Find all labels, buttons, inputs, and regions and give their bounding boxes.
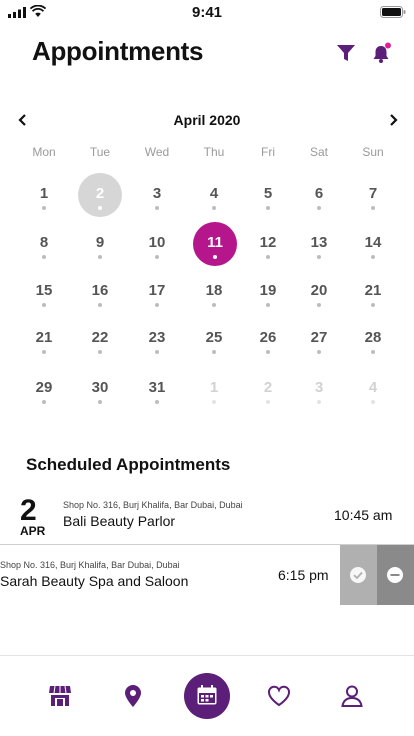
calendar-day[interactable]: 20 — [297, 270, 341, 314]
calendar-day[interactable]: 17 — [135, 270, 179, 314]
calendar-day[interactable]: 3 — [135, 173, 179, 217]
appointment-date-month: APR — [20, 524, 46, 538]
calendar-day[interactable]: 8 — [22, 222, 66, 266]
weekday-label: Mon — [32, 145, 56, 159]
appointment-address: Shop No. 316, Burj Khalifa, Bar Dubai, D… — [0, 560, 180, 570]
battery-icon — [380, 6, 406, 18]
calendar-month-label: April 2020 — [173, 112, 241, 128]
calendar-day-next-month[interactable]: 2 — [246, 367, 290, 411]
appointment-date-day: 2 — [20, 494, 37, 527]
calendar-day[interactable]: 10 — [135, 222, 179, 266]
calendar-day[interactable]: 18 — [192, 270, 236, 314]
calendar-day[interactable]: 22 — [78, 317, 122, 361]
nav-item-favorites[interactable] — [266, 683, 292, 709]
remove-appointment-button[interactable] — [377, 545, 414, 605]
check-circle-icon — [350, 567, 366, 583]
next-month-icon[interactable] — [386, 112, 400, 128]
calendar-day[interactable]: 7 — [351, 173, 395, 217]
weekday-label: Thu — [203, 145, 225, 159]
calendar-day[interactable]: 9 — [78, 222, 122, 266]
calendar-day[interactable]: 15 — [22, 270, 66, 314]
calendar-day[interactable]: 30 — [78, 367, 122, 411]
calendar-day[interactable]: 29 — [22, 367, 66, 411]
calendar-day-next-month[interactable]: 4 — [351, 367, 395, 411]
store-icon — [49, 685, 71, 706]
profile-icon — [341, 685, 363, 707]
calendar-day[interactable]: 14 — [351, 222, 395, 266]
calendar-day[interactable]: 19 — [246, 270, 290, 314]
calendar-day[interactable]: 21 — [351, 270, 395, 314]
location-pin-icon — [125, 685, 141, 707]
calendar-day[interactable]: 4 — [192, 173, 236, 217]
calendar-day[interactable]: 5 — [246, 173, 290, 217]
calendar-day[interactable]: 21 — [22, 317, 66, 361]
calendar-day[interactable]: 23 — [135, 317, 179, 361]
appointment-time: 10:45 am — [334, 507, 393, 523]
bell-icon[interactable] — [371, 42, 393, 64]
calendar-day[interactable]: 25 — [192, 317, 236, 361]
appointment-address: Shop No. 316, Burj Khalifa, Bar Dubai, D… — [63, 500, 243, 510]
calendar-day-next-month[interactable]: 3 — [297, 367, 341, 411]
calendar-day[interactable]: 16 — [78, 270, 122, 314]
minus-circle-icon — [387, 567, 403, 583]
bottom-nav — [0, 656, 414, 736]
calendar-day-next-month[interactable]: 1 — [192, 367, 236, 411]
calendar-day[interactable]: 13 — [297, 222, 341, 266]
calendar-day[interactable]: 12 — [246, 222, 290, 266]
appointment-name: Sarah Beauty Spa and Saloon — [0, 573, 189, 589]
calendar-day-today[interactable]: 2 — [78, 173, 122, 217]
calendar-day-selected[interactable]: 11 — [193, 222, 237, 266]
appointment-item-swiped[interactable]: Shop No. 316, Burj Khalifa, Bar Dubai, D… — [0, 545, 414, 605]
weekday-label: Fri — [261, 145, 275, 159]
calendar-day[interactable]: 28 — [351, 317, 395, 361]
calendar-header: April 2020 — [0, 110, 414, 130]
weekday-label: Sun — [362, 145, 384, 159]
calendar-icon — [197, 685, 217, 705]
calendar-day[interactable]: 27 — [297, 317, 341, 361]
nav-item-profile[interactable] — [339, 683, 365, 709]
confirm-appointment-button[interactable] — [340, 545, 377, 605]
nav-item-store[interactable] — [47, 683, 73, 709]
calendar-day[interactable]: 1 — [22, 173, 66, 217]
appointment-name: Bali Beauty Parlor — [63, 513, 176, 529]
section-title: Scheduled Appointments — [26, 455, 231, 474]
weekday-label: Sat — [309, 145, 328, 159]
calendar-day[interactable]: 6 — [297, 173, 341, 217]
page-title: Appointments — [32, 36, 204, 66]
status-time: 9:41 — [191, 4, 223, 21]
weekday-label: Tue — [89, 145, 111, 159]
calendar-day[interactable]: 31 — [135, 367, 179, 411]
nav-item-location[interactable] — [120, 683, 146, 709]
appointment-time: 6:15 pm — [278, 567, 329, 583]
weekday-label: Wed — [144, 145, 170, 159]
heart-icon — [268, 685, 290, 707]
appointment-item[interactable]: 2 APR Shop No. 316, Burj Khalifa, Bar Du… — [0, 490, 414, 544]
calendar-day[interactable]: 26 — [246, 317, 290, 361]
filter-icon[interactable] — [336, 44, 356, 62]
status-bar: 9:41 — [0, 0, 414, 24]
nav-item-calendar[interactable] — [184, 673, 230, 719]
